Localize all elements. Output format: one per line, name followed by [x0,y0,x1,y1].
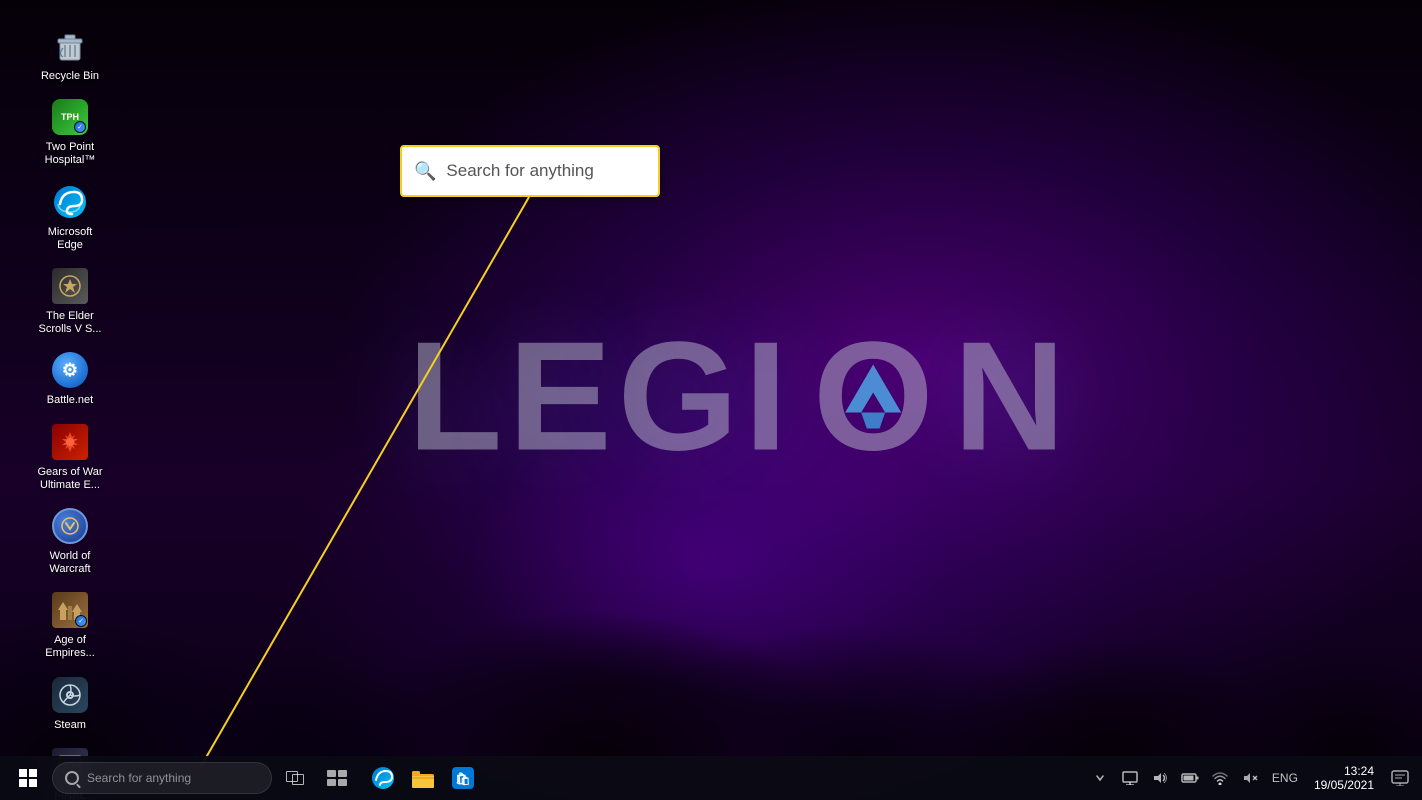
clock-button[interactable]: 13:24 19/05/2021 [1308,762,1380,794]
wow-label: World of Warcraft [34,550,106,576]
taskbar-search-text: Search for anything [87,771,191,785]
battlenet-label: Battle.net [47,394,93,407]
desktop-icon-tph[interactable]: TPH ✓ Two Point Hospital™ [30,91,110,173]
battery-icon [1181,772,1199,784]
network-icon [1122,771,1138,785]
desktop-icon-battlenet[interactable]: ⚙ Battle.net [30,344,110,413]
legion-y-icon [833,356,913,436]
edge-icon [52,184,88,220]
widgets-icon [327,770,347,786]
clock-date: 19/05/2021 [1314,778,1374,792]
callout-search-icon: 🔍 [414,161,436,182]
desktop-icon-recycle-bin[interactable]: Recycle Bin [30,20,110,89]
legion-text-part1: LEGI [408,307,794,485]
legion-o-icon: O [793,316,953,476]
system-tray: ENG 13:24 19/05/2021 [1088,762,1414,794]
desktop-icon-aoe1[interactable]: ✓ Age of Empires... [30,584,110,666]
desktop-icon-edge[interactable]: Microsoft Edge [30,176,110,258]
taskbar-store-icon: 🛍 [451,766,475,790]
aoe1-label: Age of Empires... [34,634,106,660]
battery-tray-button[interactable] [1178,766,1202,790]
rock-silhouettes [0,476,1422,756]
mute-tray-button[interactable] [1238,766,1262,790]
legion-logo: LEGI O N [408,307,1072,485]
svg-text:🛍: 🛍 [455,772,470,786]
volume-icon [1152,771,1168,785]
steam-icon-graphic [57,682,83,708]
desktop-icon-elderscrolls[interactable]: The Elder Scrolls V S... [30,260,110,342]
wifi-tray-button[interactable] [1208,766,1232,790]
start-button[interactable] [8,758,48,798]
desktop-background: LEGI O N 🔍 Search for anything [0,0,1422,800]
language-tray-button[interactable]: ENG [1268,769,1302,787]
taskbar-explorer-icon [411,767,435,789]
steam-label: Steam [54,719,86,732]
mute-icon [1242,771,1258,785]
taskbar-pinned-apps: 🛍 [364,759,482,797]
volume-tray-button[interactable] [1148,766,1172,790]
notification-center-button[interactable] [1386,764,1414,792]
wifi-icon [1212,771,1228,785]
tph-label: Two Point Hospital™ [34,141,106,167]
taskbar-edge-button[interactable] [364,759,402,797]
taskbar-search-box[interactable]: Search for anything [52,762,272,794]
edge-label: Microsoft Edge [34,226,106,252]
clock-time: 13:24 [1344,764,1374,778]
network-tray-button[interactable] [1118,766,1142,790]
windows-logo-icon [19,769,37,787]
tray-chevron-icon [1095,773,1105,783]
recycle-bin-icon [52,28,88,64]
desktop-icon-gow[interactable]: Gears of War Ultimate E... [30,416,110,498]
elderscrolls-icon-graphic [57,273,83,299]
tray-show-hidden-button[interactable] [1088,766,1112,790]
gow-label: Gears of War Ultimate E... [34,466,106,492]
taskbar-edge-icon [371,766,395,790]
task-view-icon [286,771,304,785]
taskbar-search-icon [65,771,79,785]
taskbar-explorer-button[interactable] [404,759,442,797]
widgets-button[interactable] [318,759,356,797]
notification-icon [1391,770,1409,786]
taskbar-store-button[interactable]: 🛍 [444,759,482,797]
elderscrolls-label: The Elder Scrolls V S... [34,310,106,336]
desktop-icon-steam[interactable]: Steam [30,669,110,738]
callout-search-text: Search for anything [446,161,593,181]
wow-icon-graphic [59,515,81,537]
taskbar: Search for anything [0,756,1422,800]
desktop-icon-wow[interactable]: World of Warcraft [30,500,110,582]
legion-text-part2: N [953,307,1071,485]
recycle-bin-label: Recycle Bin [41,70,99,83]
task-view-button[interactable] [276,759,314,797]
gow-icon-graphic [58,430,82,454]
callout-search-box[interactable]: 🔍 Search for anything [400,145,660,197]
desktop-icons-area: Recycle Bin TPH ✓ Two Point Hospital™ [0,10,140,800]
